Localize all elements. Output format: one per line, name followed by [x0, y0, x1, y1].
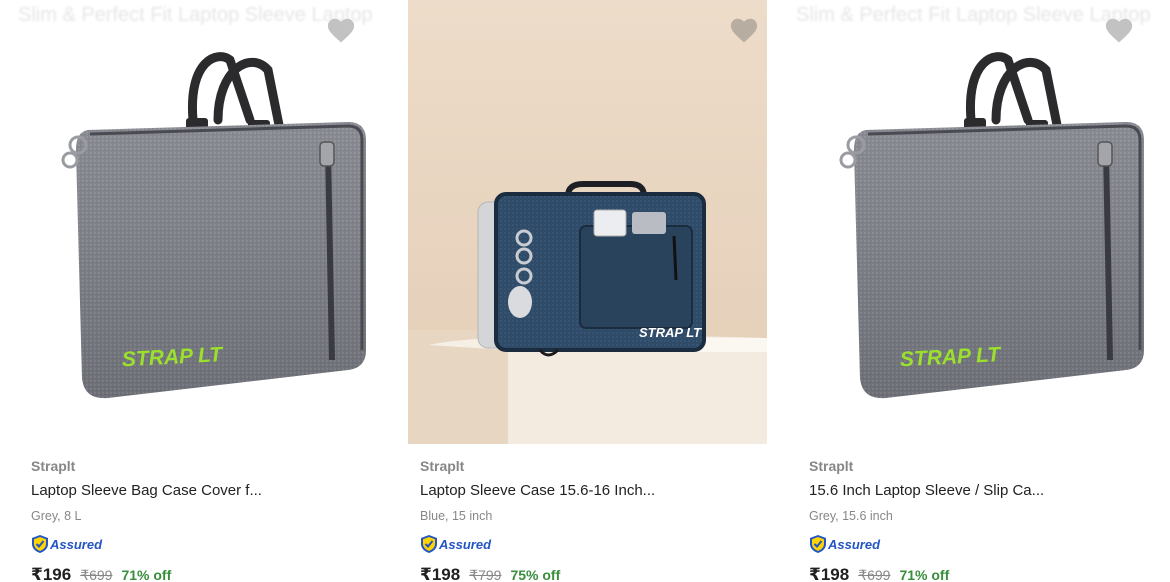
assured-shield-icon [810, 535, 826, 553]
product-title[interactable]: Laptop Sleeve Case 15.6-16 Inch... [420, 482, 760, 504]
product-card[interactable]: Slim & Perfect Fit Laptop Sleeve Laptop [0, 0, 389, 582]
selling-price: ₹198 [809, 565, 850, 582]
product-card[interactable]: STRAP LT Straplt Laptop Sleeve Case 15.6… [389, 0, 778, 582]
assured-shield-icon [32, 535, 48, 553]
product-image[interactable]: Slim & Perfect Fit Laptop Sleeve Laptop … [796, 0, 1154, 444]
faded-header-text: Slim & Perfect Fit Laptop Sleeve Laptop [18, 4, 373, 26]
product-variant: Grey, 8 L [31, 509, 82, 523]
price-row: ₹198 ₹799 75% off [420, 565, 760, 582]
discount-percent: 71% off [121, 567, 172, 582]
original-price: ₹699 [858, 567, 891, 582]
product-title[interactable]: 15.6 Inch Laptop Sleeve / Slip Ca... [809, 482, 1149, 504]
selling-price: ₹196 [31, 565, 72, 582]
assured-label: Assured [50, 536, 103, 552]
heart-icon[interactable] [1104, 16, 1134, 44]
assured-shield-icon [421, 535, 437, 553]
faded-header-text: Slim & Perfect Fit Laptop Sleeve Laptop [796, 4, 1151, 26]
product-brand: Straplt [809, 458, 854, 474]
product-brand: Straplt [420, 458, 465, 474]
assured-label: Assured [439, 536, 492, 552]
assured-badge: Assured [31, 534, 371, 554]
heart-icon[interactable] [326, 16, 356, 44]
blue-laptop-sleeve-image: STRAP LT [408, 0, 767, 444]
product-variant: Blue, 15 inch [420, 509, 493, 523]
price-row: ₹196 ₹699 71% off [31, 565, 371, 582]
product-details: Straplt Laptop Sleeve Case 15.6-16 Inch.… [420, 458, 760, 582]
product-card[interactable]: Slim & Perfect Fit Laptop Sleeve Laptop … [778, 0, 1167, 582]
grey-laptop-sleeve-image: STRAP LT [839, 52, 1144, 399]
product-brand: Straplt [31, 458, 76, 474]
selling-price: ₹198 [420, 565, 461, 582]
grey-laptop-sleeve-image: STRAP LT [61, 52, 366, 399]
product-details: Straplt Laptop Sleeve Bag Case Cover f..… [31, 458, 371, 582]
price-row: ₹198 ₹699 71% off [809, 565, 1149, 582]
product-image[interactable]: Slim & Perfect Fit Laptop Sleeve Laptop [18, 0, 376, 444]
discount-percent: 75% off [510, 567, 561, 582]
product-details: Straplt 15.6 Inch Laptop Sleeve / Slip C… [809, 458, 1149, 582]
bag-logo-text: STRAP LT [639, 325, 702, 340]
heart-icon[interactable] [729, 16, 759, 44]
assured-badge: Assured [420, 534, 760, 554]
original-price: ₹699 [80, 567, 113, 582]
product-title[interactable]: Laptop Sleeve Bag Case Cover f... [31, 482, 371, 504]
discount-percent: 71% off [899, 567, 950, 582]
original-price: ₹799 [469, 567, 502, 582]
product-image[interactable]: STRAP LT [408, 0, 767, 444]
assured-badge: Assured [809, 534, 1149, 554]
product-variant: Grey, 15.6 inch [809, 509, 893, 523]
assured-label: Assured [828, 536, 881, 552]
product-grid: Slim & Perfect Fit Laptop Sleeve Laptop [0, 0, 1170, 582]
